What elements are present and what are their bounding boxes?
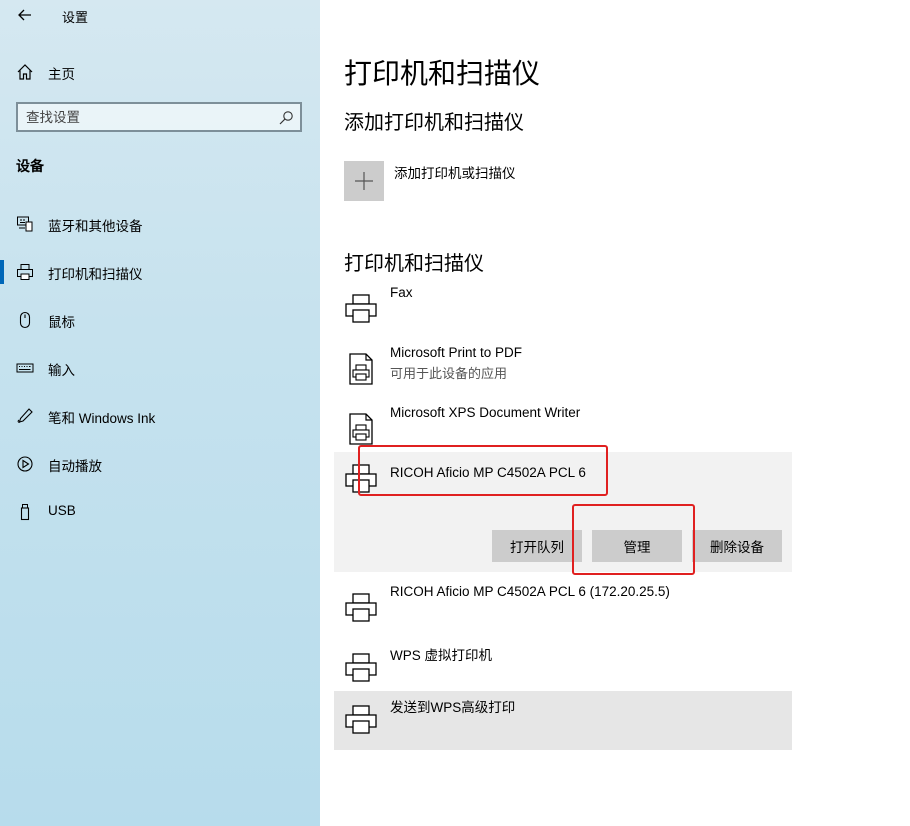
printer-icon — [345, 294, 377, 323]
printer-icon — [345, 705, 377, 734]
annotation-highlight-device — [358, 445, 608, 496]
search-box[interactable] — [16, 102, 302, 132]
search-icon[interactable] — [278, 110, 294, 126]
device-status: 可用于此设备的应用 — [390, 366, 508, 381]
device-item-wps-advanced[interactable]: 发送到WPS高级打印 — [334, 691, 792, 750]
mouse-icon — [19, 311, 31, 329]
device-item-print-to-pdf[interactable]: Microsoft Print to PDF 可用于此设备的应用 — [334, 340, 792, 400]
add-printer-button[interactable] — [344, 161, 384, 201]
document-printer-icon — [349, 413, 373, 445]
bluetooth-devices-icon — [17, 216, 33, 232]
sidebar-section-title: 设备 — [16, 158, 44, 174]
device-name: Fax — [390, 285, 413, 300]
device-item-ricoh-ip[interactable]: RICOH Aficio MP C4502A PCL 6 (172.20.25.… — [334, 579, 792, 639]
device-name: 发送到WPS高级打印 — [390, 700, 516, 715]
device-name: RICOH Aficio MP C4502A PCL 6 (172.20.25.… — [390, 584, 670, 599]
sidebar-item-pen[interactable]: 笔和 Windows Ink — [0, 394, 320, 438]
remove-device-button[interactable]: 删除设备 — [692, 530, 782, 562]
printer-icon — [345, 593, 377, 622]
device-name: Microsoft XPS Document Writer — [390, 405, 581, 420]
device-name: Microsoft Print to PDF — [390, 345, 523, 360]
sidebar-item-label: 主页 — [48, 67, 75, 82]
sidebar-item-label: 输入 — [48, 363, 75, 378]
back-button[interactable] — [14, 4, 36, 26]
sidebar-item-label: 自动播放 — [48, 459, 102, 474]
open-queue-button[interactable]: 打开队列 — [492, 530, 582, 562]
device-name: WPS 虚拟打印机 — [390, 648, 493, 663]
page-title: 打印机和扫描仪 — [344, 58, 541, 89]
device-item-wps-virtual[interactable]: WPS 虚拟打印机 — [334, 639, 792, 691]
device-item-fax[interactable]: Fax — [334, 280, 792, 340]
usb-icon — [20, 504, 30, 521]
sidebar-item-bluetooth[interactable]: 蓝牙和其他设备 — [0, 202, 320, 246]
sidebar-item-autoplay[interactable]: 自动播放 — [0, 442, 320, 486]
annotation-highlight-manage — [572, 504, 695, 575]
sidebar-item-printers[interactable]: 打印机和扫描仪 — [0, 250, 320, 294]
document-printer-icon — [349, 353, 373, 385]
plus-icon — [355, 172, 373, 190]
main-panel: 打印机和扫描仪 添加打印机和扫描仪 添加打印机或扫描仪 打印机和扫描仪 Fax … — [320, 0, 910, 826]
pen-icon — [17, 408, 33, 423]
printer-list-title: 打印机和扫描仪 — [344, 253, 484, 275]
printer-icon — [17, 264, 33, 280]
back-arrow-icon — [18, 9, 31, 21]
sidebar-item-input[interactable]: 输入 — [0, 346, 320, 390]
home-icon — [17, 64, 33, 80]
printer-icon — [345, 653, 377, 682]
active-indicator — [0, 260, 4, 284]
sidebar-item-home[interactable]: 主页 — [0, 50, 320, 94]
sidebar-item-usb[interactable]: USB — [0, 490, 320, 534]
sidebar-item-label: 蓝牙和其他设备 — [48, 219, 143, 234]
window-title: 设置 — [62, 10, 89, 25]
sidebar-item-label: 鼠标 — [48, 315, 75, 330]
add-section-title: 添加打印机和扫描仪 — [344, 112, 524, 134]
sidebar-item-label: 笔和 Windows Ink — [48, 411, 156, 426]
keyboard-icon — [16, 363, 34, 373]
autoplay-icon — [17, 456, 33, 472]
add-printer-label[interactable]: 添加打印机或扫描仪 — [394, 162, 516, 182]
search-input[interactable] — [26, 108, 266, 126]
sidebar: 设置 主页 设备 蓝牙和其他设备 打印机和扫描仪 — [0, 0, 320, 826]
sidebar-item-label: USB — [48, 503, 76, 518]
sidebar-item-label: 打印机和扫描仪 — [48, 267, 143, 282]
sidebar-item-mouse[interactable]: 鼠标 — [0, 298, 320, 342]
